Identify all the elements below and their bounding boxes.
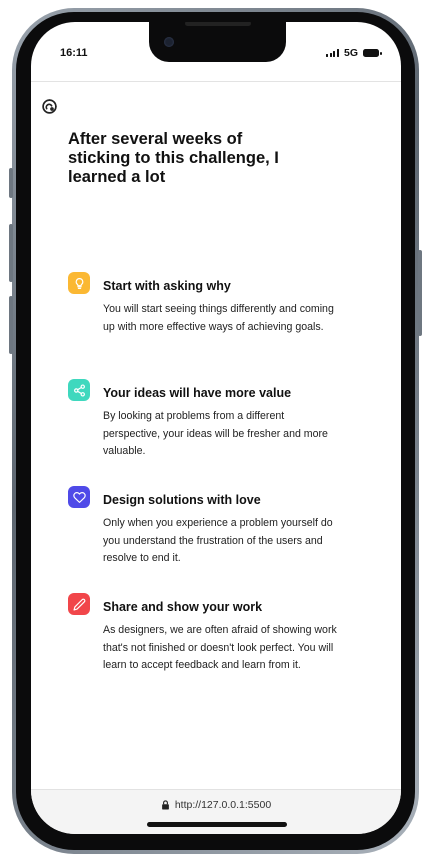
page-headline: After several weeks of sticking to this … <box>68 130 279 186</box>
volume-down-button <box>9 296 13 354</box>
url-display[interactable]: http://127.0.0.1:5500 <box>31 799 401 811</box>
power-button <box>418 250 422 336</box>
feature-title: Your ideas will have more value <box>103 386 292 400</box>
feature-icon-badge <box>68 593 90 615</box>
camera <box>164 37 174 47</box>
volume-up-button <box>9 224 13 282</box>
heart-icon <box>72 491 86 503</box>
lock-icon <box>161 800 169 810</box>
header-divider <box>31 81 401 82</box>
feature-description: As designers, we are often afraid of sho… <box>103 624 337 671</box>
feature-title: Design solutions with love <box>103 493 261 507</box>
feature-description: Only when you experience a problem yours… <box>103 517 333 564</box>
home-indicator[interactable] <box>147 822 287 827</box>
logo-icon[interactable] <box>41 98 58 115</box>
browser-url-bar[interactable]: http://127.0.0.1:5500 <box>31 789 401 834</box>
phone-screen: 16:11 5G After several weeks of sticking… <box>31 22 401 834</box>
signal-icon <box>325 49 339 57</box>
url-text: http://127.0.0.1:5500 <box>174 799 272 811</box>
feature-icon-badge <box>68 486 90 508</box>
status-time: 16:11 <box>60 47 88 59</box>
network-label: 5G <box>343 47 358 59</box>
status-indicators: 5G <box>325 47 382 59</box>
feature-icon-badge <box>68 379 90 401</box>
share-icon <box>73 383 85 397</box>
mute-switch <box>9 168 13 198</box>
pencil-icon <box>72 598 85 611</box>
speaker <box>185 22 251 26</box>
lightbulb-icon <box>75 277 83 289</box>
feature-title: Share and show your work <box>103 600 263 614</box>
feature-description: You will start seeing things differently… <box>103 303 334 333</box>
feature-icon-badge <box>68 272 90 294</box>
battery-icon <box>363 49 382 57</box>
feature-description: By looking at problems from a different … <box>103 410 328 457</box>
feature-title: Start with asking why <box>103 279 231 293</box>
